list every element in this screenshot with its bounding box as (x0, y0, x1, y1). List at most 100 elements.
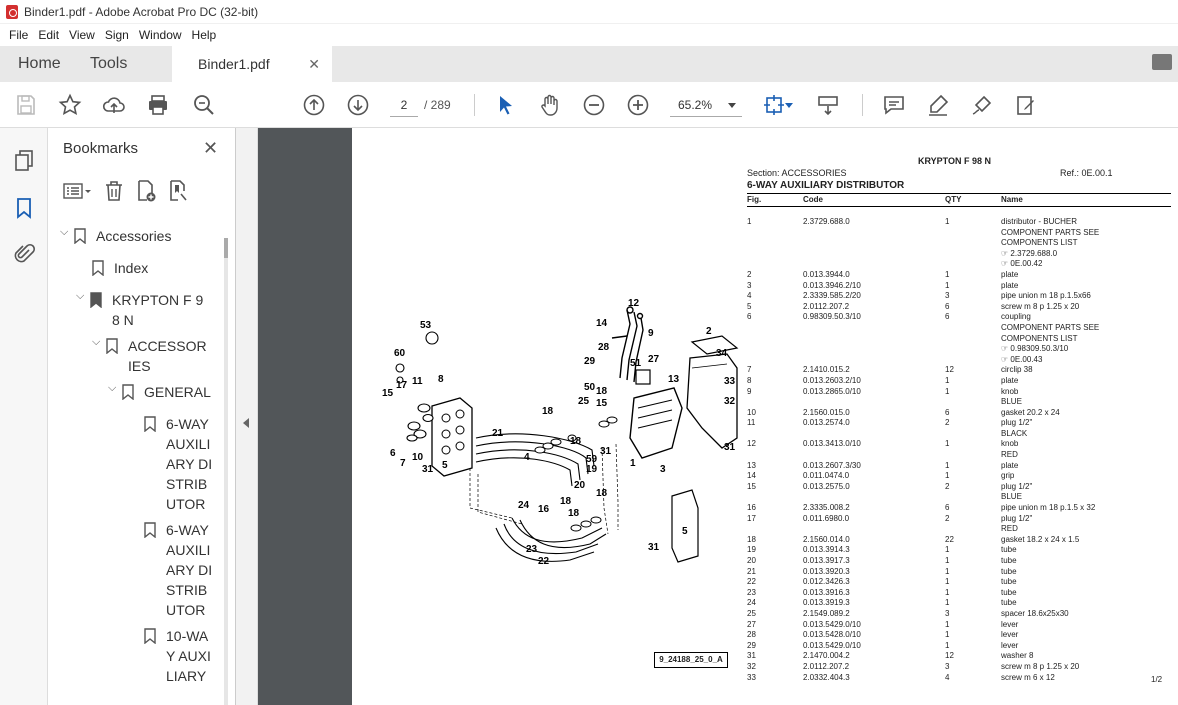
svg-text:5: 5 (442, 460, 448, 471)
svg-text:28: 28 (598, 342, 610, 353)
chevron-down-icon[interactable]: ⌵ (76, 290, 90, 330)
comment-icon[interactable] (1152, 54, 1172, 70)
left-tool-rail (0, 128, 48, 705)
name-cell: ☞ 0.98309.50.3/10 (1001, 344, 1069, 354)
bookmark-options-icon[interactable] (62, 179, 91, 203)
tab-tools[interactable]: Tools (72, 46, 172, 82)
select-cursor-icon[interactable] (494, 93, 518, 117)
page-thumbnails-icon[interactable] (12, 148, 36, 172)
fig-cell (747, 323, 803, 334)
document-viewport[interactable]: KRYPTON F 98 N Section: ACCESSORIES Ref.… (258, 128, 1178, 705)
scrollbar-thumb[interactable] (224, 238, 228, 258)
save-icon[interactable] (14, 93, 38, 117)
name-cell: knob (1001, 439, 1019, 449)
fig-cell: 13 (747, 460, 756, 470)
code-cell: 0.013.2603.2/10 (803, 375, 861, 385)
delete-bookmark-icon[interactable] (102, 179, 126, 203)
svg-text:25: 25 (578, 396, 590, 407)
code-cell: 0.013.3944.0 (803, 269, 850, 279)
code-cell (803, 429, 945, 440)
table-row: 12 0.013.3413.0/10 1 knob (747, 439, 1171, 450)
close-icon[interactable]: ✕ (203, 138, 218, 159)
edit-pdf-icon[interactable] (1014, 93, 1038, 117)
svg-text:33: 33 (724, 376, 736, 387)
bookmark-item-accessories[interactable]: ⌵ Accessories (60, 226, 196, 246)
bookmark-item-accessories-section[interactable]: ⌵ ACCESSORIES (92, 336, 208, 376)
bookmarks-scrollbar[interactable] (224, 238, 228, 705)
bookmark-label: Accessories (96, 228, 172, 244)
menu-file[interactable]: File (4, 28, 33, 42)
scroll-mode-icon[interactable] (816, 93, 840, 117)
bookmark-item-krypton[interactable]: ⌵ KRYPTON F 98 N (76, 290, 208, 330)
name-cell: spacer 18.6x25x30 (1001, 608, 1069, 618)
panel-splitter[interactable] (236, 128, 258, 705)
code-cell (803, 228, 945, 239)
header-rule (747, 193, 1171, 194)
zoom-search-icon[interactable] (192, 93, 216, 117)
next-page-icon[interactable] (346, 93, 370, 117)
svg-text:60: 60 (394, 348, 406, 359)
bookmark-item-10-way[interactable]: 10-WAY AUXILIARY (144, 626, 216, 698)
chevron-down-icon[interactable]: ⌵ (92, 336, 106, 376)
name-cell: plate (1001, 460, 1019, 470)
star-icon[interactable] (58, 93, 82, 117)
comment-tool-icon[interactable] (882, 93, 906, 117)
bookmarks-toolbar (62, 178, 190, 204)
menu-edit[interactable]: Edit (33, 28, 64, 42)
code-cell (803, 334, 945, 345)
bookmark-item-6-way-1[interactable]: 6-WAY AUXILIARY DISTRIBUTOR (144, 414, 216, 514)
zoom-level-select[interactable]: 65.2% (670, 93, 742, 117)
bookmark-label: KRYPTON F 98 N (112, 292, 204, 328)
name-cell: tube (1001, 587, 1017, 597)
chevron-down-icon[interactable]: ⌵ (60, 226, 74, 246)
fit-page-dropdown-icon[interactable] (784, 93, 794, 117)
fig-cell: 18 (747, 534, 756, 544)
new-bookmark-icon[interactable] (134, 179, 158, 203)
bookmark-panel-icon[interactable] (12, 196, 36, 220)
name-cell: COMPONENTS LIST (1001, 333, 1078, 343)
table-row: 23 0.013.3916.3 1 tube (747, 588, 1171, 599)
svg-text:19: 19 (586, 464, 598, 475)
fig-cell: 32 (747, 661, 756, 671)
qty-cell (945, 228, 1001, 239)
menu-sign[interactable]: Sign (100, 28, 134, 42)
tab-document[interactable]: Binder1.pdf ✕ (172, 46, 332, 82)
menu-view[interactable]: View (64, 28, 100, 42)
zoom-out-icon[interactable] (582, 93, 606, 117)
sign-pen-icon[interactable] (970, 93, 994, 117)
cloud-upload-icon[interactable] (102, 93, 126, 117)
name-cell: plate (1001, 280, 1019, 290)
tab-home[interactable]: Home (0, 46, 72, 82)
fig-cell: 7 (747, 365, 752, 375)
table-row: 27 0.013.5429.0/10 1 lever (747, 620, 1171, 631)
find-bookmark-icon[interactable] (166, 179, 190, 203)
page-number-input[interactable]: 2 (390, 93, 418, 117)
close-tab-icon[interactable]: ✕ (308, 56, 320, 73)
hand-tool-icon[interactable] (538, 93, 562, 117)
attachment-icon[interactable] (12, 242, 36, 266)
collapse-panel-icon[interactable] (243, 418, 249, 428)
bookmark-item-6-way-2[interactable]: 6-WAY AUXILIARY DISTRIBUTOR (144, 520, 216, 620)
qty-cell: 6 (945, 407, 950, 417)
highlight-pen-icon[interactable] (926, 93, 950, 117)
qty-cell: 1 (945, 598, 950, 608)
fig-cell: 17 (747, 513, 756, 523)
bookmark-item-index[interactable]: Index (92, 258, 214, 278)
svg-text:9: 9 (648, 328, 654, 339)
code-cell: 2.1470.004.2 (803, 651, 850, 661)
bookmark-item-general[interactable]: ⌵ GENERAL (108, 382, 224, 402)
menu-help[interactable]: Help (187, 28, 222, 42)
code-cell: 0.013.3916.3 (803, 587, 850, 597)
bookmark-label: Index (114, 260, 149, 276)
fit-page-icon[interactable] (762, 93, 786, 117)
previous-page-icon[interactable] (302, 93, 326, 117)
name-cell: grip (1001, 471, 1015, 481)
chevron-down-icon[interactable]: ⌵ (108, 382, 122, 402)
page-total: / 289 (424, 98, 451, 112)
qty-cell: 1 (945, 619, 950, 629)
qty-cell (945, 238, 1001, 249)
print-icon[interactable] (146, 93, 170, 117)
zoom-in-icon[interactable] (626, 93, 650, 117)
menu-window[interactable]: Window (134, 28, 187, 42)
table-row: 18 2.1560.014.0 22 gasket 18.2 x 24 x 1.5 (747, 535, 1171, 546)
